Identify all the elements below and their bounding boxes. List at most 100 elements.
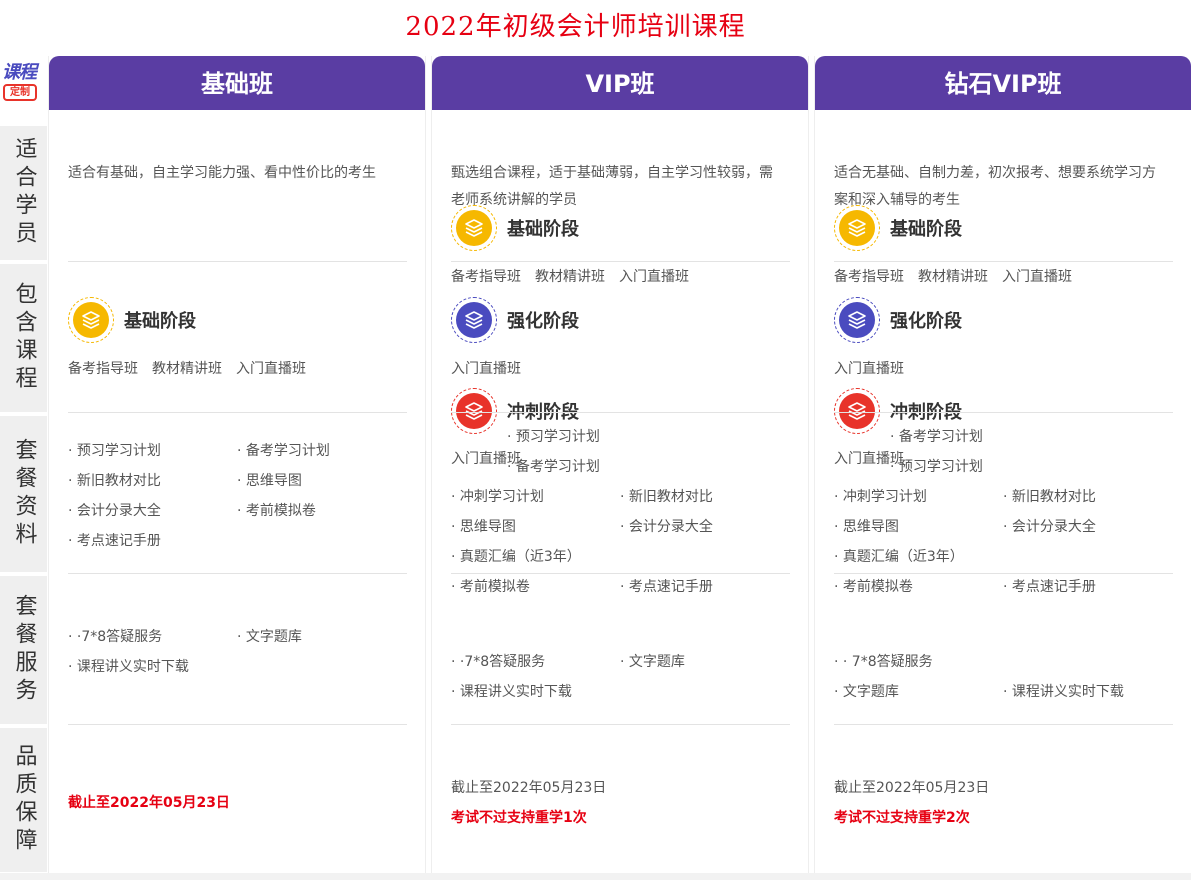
material-item: · 备考学习计划: [507, 459, 600, 475]
material-item: · 预习学习计划: [890, 459, 983, 475]
plan-column-basic: 基础班 适合有基础，自主学习能力强、看中性价比的考生 基础阶段 备考指导班 教材精…: [48, 56, 426, 880]
divider: [68, 573, 407, 574]
course-item[interactable]: 入门直播班: [236, 361, 306, 377]
material-item: · 考前模拟卷: [834, 579, 913, 595]
guarantee-note: 考试不过支持重学2次: [834, 810, 970, 826]
material-item: · 新旧教材对比: [1003, 489, 1096, 505]
course-item[interactable]: 教材精讲班: [535, 269, 605, 285]
footer-bar: [0, 873, 1191, 880]
service-item: · ·7*8答疑服务: [68, 629, 163, 645]
stage-courses: 备考指导班 教材精讲班 入门直播班: [834, 266, 1086, 286]
material-item: · 冲刺学习计划: [834, 489, 927, 505]
divider: [834, 412, 1173, 413]
divider: [451, 261, 790, 262]
layers-icon: [834, 297, 880, 343]
divider: [834, 573, 1173, 574]
divider: [68, 412, 407, 413]
plan-column-vip: VIP班 甄选组合课程，适于基础薄弱，自主学习性较弱，需老师系统讲解的学员 基础…: [431, 56, 809, 880]
stage-name: 基础阶段: [124, 311, 196, 332]
plan-header[interactable]: VIP班: [432, 56, 808, 110]
divider: [834, 261, 1173, 262]
layers-icon: [834, 388, 880, 434]
stage-courses: 备考指导班 教材精讲班 入门直播班: [451, 266, 703, 286]
stage-courses: 入门直播班: [451, 358, 535, 378]
guarantee-date: 截止至2022年05月23日: [834, 780, 990, 796]
row-label-suitable: 适合学员: [0, 126, 47, 260]
course-item[interactable]: 备考指导班: [68, 361, 138, 377]
material-item: · 思维导图: [451, 519, 516, 535]
logo-badge: 定制: [3, 84, 37, 101]
plan-header[interactable]: 钻石VIP班: [815, 56, 1191, 110]
divider: [68, 261, 407, 262]
material-item: · 备考学习计划: [890, 429, 983, 445]
material-item: · 新旧教材对比: [620, 489, 713, 505]
course-item[interactable]: 教材精讲班: [918, 269, 988, 285]
guarantee-date: 截止至2022年05月23日: [451, 780, 607, 796]
course-item[interactable]: 备考指导班: [451, 269, 521, 285]
material-item: · 考点速记手册: [68, 533, 161, 549]
course-item[interactable]: 入门直播班: [834, 361, 904, 377]
logo-text: 课程: [2, 62, 37, 83]
plan-column-diamond-vip: 钻石VIP班 适合无基础、自制力差，初次报考、想要系统学习方案和深入辅导的考生 …: [814, 56, 1191, 880]
service-item: · ·7*8答疑服务: [451, 654, 546, 670]
divider: [451, 724, 790, 725]
material-item: · 冲刺学习计划: [451, 489, 544, 505]
guarantee-date: 截止至2022年05月23日: [68, 795, 230, 811]
page-title: 2022年初级会计师培训课程: [405, 12, 746, 42]
material-item: · 考前模拟卷: [451, 579, 530, 595]
material-item: · 会计分录大全: [620, 519, 713, 535]
material-item: · 备考学习计划: [237, 443, 330, 459]
divider: [68, 724, 407, 725]
stage-basic: 基础阶段: [68, 297, 196, 343]
stage-strengthen: 强化阶段: [451, 297, 579, 343]
course-item[interactable]: 入门直播班: [1002, 269, 1072, 285]
course-item[interactable]: 备考指导班: [834, 269, 904, 285]
suitable-text: 适合有基础，自主学习能力强、看中性价比的考生: [68, 165, 376, 181]
row-label-courses: 包含课程: [0, 264, 47, 412]
row-label-guarantee: 品质保障: [0, 728, 47, 872]
course-item[interactable]: 入门直播班: [451, 361, 521, 377]
stage-name: 基础阶段: [507, 219, 579, 240]
material-item: · 考点速记手册: [1003, 579, 1096, 595]
material-item: · 新旧教材对比: [68, 473, 161, 489]
stage-name: 强化阶段: [507, 311, 579, 332]
divider: [834, 724, 1173, 725]
material-item: · 预习学习计划: [507, 429, 600, 445]
stage-basic: 基础阶段: [834, 205, 962, 251]
stage-name: 强化阶段: [890, 311, 962, 332]
course-item[interactable]: 入门直播班: [619, 269, 689, 285]
layers-icon: [451, 297, 497, 343]
service-item: · 文字题库: [834, 684, 899, 700]
course-custom-logo: 课程 定制: [0, 56, 47, 110]
material-item: · 考前模拟卷: [237, 503, 316, 519]
stage-name: 基础阶段: [890, 219, 962, 240]
service-item: · 文字题库: [237, 629, 302, 645]
material-item: · 会计分录大全: [68, 503, 161, 519]
service-item: · 课程讲义实时下载: [451, 684, 572, 700]
material-item: · 思维导图: [237, 473, 302, 489]
layers-icon: [834, 205, 880, 251]
material-item: · 思维导图: [834, 519, 899, 535]
material-item: · 预习学习计划: [68, 443, 161, 459]
layers-icon: [68, 297, 114, 343]
stage-name: 冲刺阶段: [890, 402, 962, 423]
row-label-services: 套餐服务: [0, 576, 47, 724]
layers-icon: [451, 205, 497, 251]
divider: [451, 412, 790, 413]
stage-courses: 入门直播班: [834, 358, 918, 378]
service-item: · 课程讲义实时下载: [1003, 684, 1124, 700]
stage-basic: 基础阶段: [451, 205, 579, 251]
service-item: · · 7*8答疑服务: [834, 654, 933, 670]
row-label-materials: 套餐资料: [0, 416, 47, 572]
material-item: · 考点速记手册: [620, 579, 713, 595]
course-item[interactable]: 教材精讲班: [152, 361, 222, 377]
stage-courses: 备考指导班 教材精讲班 入门直播班: [68, 358, 320, 378]
material-item: · 会计分录大全: [1003, 519, 1096, 535]
service-item: · 课程讲义实时下载: [68, 659, 189, 675]
material-item: · 真题汇编（近3年）: [451, 549, 581, 565]
layers-icon: [451, 388, 497, 434]
divider: [451, 573, 790, 574]
stage-name: 冲刺阶段: [507, 402, 579, 423]
plan-header[interactable]: 基础班: [49, 56, 425, 110]
stage-strengthen: 强化阶段: [834, 297, 962, 343]
